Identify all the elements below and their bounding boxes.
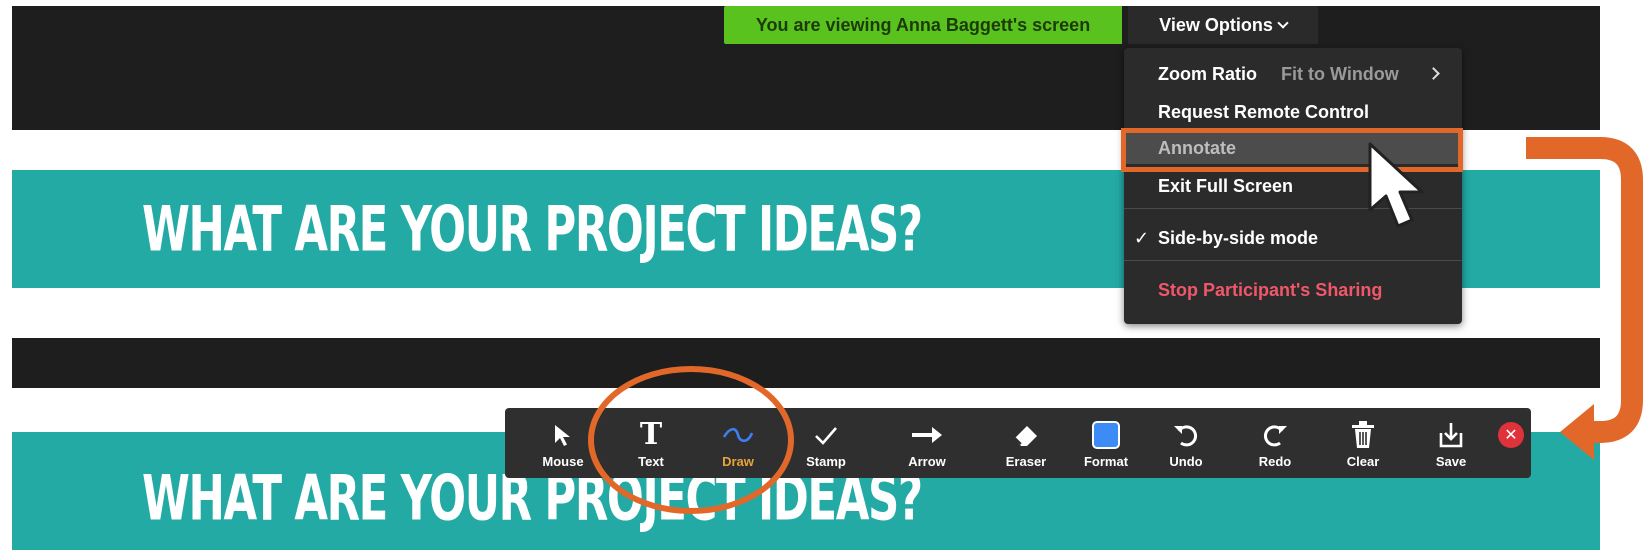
tool-mouse[interactable]: Mouse — [523, 408, 603, 478]
tool-eraser[interactable]: Eraser — [986, 408, 1066, 478]
tool-stamp[interactable]: Stamp — [786, 408, 866, 478]
zoom-ratio-label: Zoom Ratio — [1158, 63, 1257, 84]
menu-item-request-remote-control[interactable]: Request Remote Control — [1124, 96, 1462, 128]
menu-item-annotate[interactable]: Annotate — [1124, 132, 1462, 164]
slide-title-top: WHAT ARE YOUR PROJECT IDEAS? — [142, 192, 923, 266]
tool-label: Format — [1083, 453, 1129, 469]
trash-icon — [1350, 418, 1376, 452]
redo-icon — [1260, 418, 1290, 452]
tool-label: Redo — [1258, 453, 1292, 469]
exit-full-screen-label: Exit Full Screen — [1158, 175, 1294, 196]
black-header-band — [12, 338, 1600, 388]
request-remote-control-label: Request Remote Control — [1158, 101, 1370, 122]
checkmark-icon: ✓ — [1134, 227, 1150, 248]
undo-icon — [1171, 418, 1201, 452]
draw-icon — [722, 418, 754, 452]
chevron-right-icon — [1427, 67, 1440, 80]
tool-arrow[interactable]: Arrow — [887, 408, 967, 478]
menu-item-stop-sharing[interactable]: Stop Participant's Sharing — [1124, 274, 1462, 306]
annotate-label: Annotate — [1158, 137, 1236, 158]
tool-label: Undo — [1169, 453, 1203, 469]
tool-text[interactable]: T Text — [611, 408, 691, 478]
close-icon[interactable]: ✕ — [1498, 422, 1524, 448]
tool-label: Stamp — [806, 453, 846, 469]
tool-label: Text — [638, 453, 664, 469]
stop-sharing-label: Stop Participant's Sharing — [1158, 279, 1383, 300]
tool-label: Eraser — [1005, 453, 1047, 469]
menu-item-side-by-side[interactable]: ✓ Side-by-side mode — [1124, 222, 1462, 254]
checkmark-icon — [813, 418, 839, 452]
menu-divider — [1124, 208, 1462, 209]
save-icon — [1437, 418, 1465, 452]
menu-item-zoom-ratio[interactable]: Zoom Ratio Fit to Window — [1124, 58, 1462, 90]
tool-label: Arrow — [908, 453, 946, 469]
tool-label: Clear — [1346, 453, 1380, 469]
tool-label: Mouse — [542, 453, 584, 469]
chevron-down-icon — [1277, 17, 1289, 29]
side-by-side-label: Side-by-side mode — [1158, 227, 1319, 248]
menu-divider — [1124, 260, 1462, 261]
tool-redo[interactable]: Redo — [1235, 408, 1315, 478]
viewing-screen-banner: You are viewing Anna Baggett's screen — [724, 6, 1122, 44]
tool-undo[interactable]: Undo — [1146, 408, 1226, 478]
tool-label: Draw — [722, 453, 754, 469]
arrow-icon — [910, 418, 944, 452]
view-options-menu: Zoom Ratio Fit to Window Request Remote … — [1124, 48, 1462, 324]
tool-save[interactable]: Save — [1411, 408, 1491, 478]
view-options-button[interactable]: View Options — [1128, 6, 1318, 44]
annotation-toolbar: Mouse T Text Draw Stamp Arrow Eraser For… — [505, 408, 1531, 478]
viewing-screen-text: You are viewing Anna Baggett's screen — [755, 14, 1091, 35]
tool-format[interactable]: Format — [1066, 408, 1146, 478]
zoom-ratio-value: Fit to Window — [1281, 63, 1399, 84]
cursor-icon — [552, 418, 574, 452]
menu-item-exit-full-screen[interactable]: Exit Full Screen — [1124, 170, 1462, 202]
tool-clear[interactable]: Clear — [1323, 408, 1403, 478]
tool-draw[interactable]: Draw — [698, 408, 778, 478]
format-icon — [1092, 418, 1120, 452]
text-icon: T — [639, 416, 663, 452]
view-options-label: View Options — [1159, 14, 1273, 35]
tool-label: Save — [1435, 453, 1467, 469]
eraser-icon — [1011, 418, 1041, 452]
